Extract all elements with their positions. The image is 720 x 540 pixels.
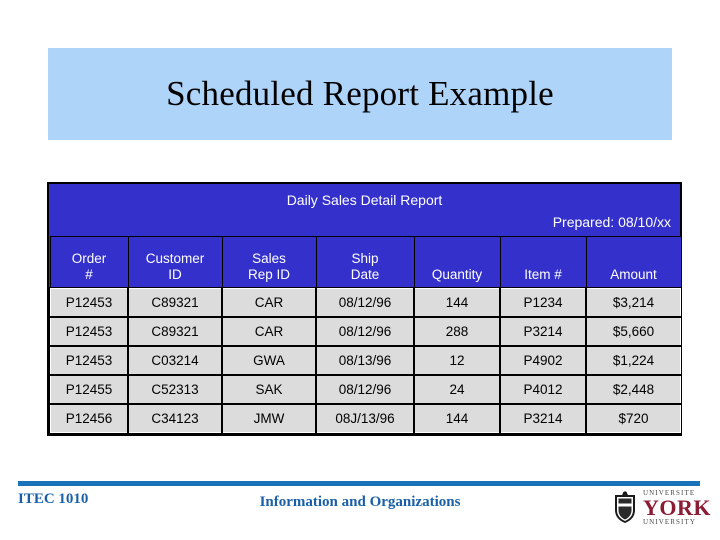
shield-crest-icon (615, 491, 635, 523)
cell-customer: C89321 (127, 316, 223, 347)
table-header-row: Order # Customer ID Sales Rep ID Ship Da… (49, 236, 682, 289)
cell-order: P12453 (49, 316, 129, 347)
column-header-order-line2: # (85, 267, 93, 282)
cell-ship: 08/12/96 (315, 316, 415, 347)
cell-quantity: 144 (413, 287, 501, 318)
sales-detail-table: Order # Customer ID Sales Rep ID Ship Da… (49, 236, 682, 434)
cell-quantity: 288 (413, 316, 501, 347)
column-header-item: Item # (499, 236, 587, 289)
column-header-order: Order # (49, 236, 129, 289)
cell-item: P3214 (499, 316, 587, 347)
cell-order: P12456 (49, 403, 129, 434)
cell-rep: JMW (221, 403, 317, 434)
table-row: P12456 C34123 JMW 08J/13/96 144 P3214 $7… (49, 403, 682, 434)
table-row: P12453 C89321 CAR 08/12/96 144 P1234 $3,… (49, 287, 682, 318)
cell-ship: 08J/13/96 (315, 403, 415, 434)
cell-order: P12453 (49, 287, 129, 318)
column-header-customer-line2: ID (168, 267, 182, 282)
cell-rep: SAK (221, 374, 317, 405)
cell-ship: 08/13/96 (315, 345, 415, 376)
column-header-quantity: Quantity (413, 236, 501, 289)
cell-amount: $720 (585, 403, 682, 434)
column-header-ship-date-line1: Ship (351, 251, 379, 266)
cell-customer: C34123 (127, 403, 223, 434)
column-header-sales-rep-line2: Rep ID (247, 267, 291, 282)
table-row: P12455 C52313 SAK 08/12/96 24 P4012 $2,4… (49, 374, 682, 405)
cell-ship: 08/12/96 (315, 374, 415, 405)
report-header: Daily Sales Detail Report Prepared: 08/1… (49, 184, 680, 236)
column-header-ship-date: Ship Date (315, 236, 415, 289)
cell-item: P4902 (499, 345, 587, 376)
cell-amount: $2,448 (585, 374, 682, 405)
cell-quantity: 144 (413, 403, 501, 434)
table-row: P12453 C89321 CAR 08/12/96 288 P3214 $5,… (49, 316, 682, 347)
column-header-quantity-label: Quantity (431, 267, 483, 282)
logo-wordmark: UNIVERSITE YORK UNIVERSITY (643, 490, 711, 526)
cell-item: P4012 (499, 374, 587, 405)
report-panel: Daily Sales Detail Report Prepared: 08/1… (47, 182, 682, 436)
cell-order: P12455 (49, 374, 129, 405)
cell-item: P3214 (499, 403, 587, 434)
cell-customer: C03214 (127, 345, 223, 376)
report-title: Daily Sales Detail Report (286, 192, 443, 208)
column-header-customer-line1: Customer (145, 251, 205, 266)
column-header-amount: Amount (585, 236, 682, 289)
logo-main-word: YORK (643, 495, 711, 520)
cell-rep: GWA (221, 345, 317, 376)
table-row: P12453 C03214 GWA 08/13/96 12 P4902 $1,2… (49, 345, 682, 376)
column-header-ship-date-line2: Date (350, 267, 380, 282)
column-header-item-label: Item # (524, 267, 562, 282)
york-university-logo: UNIVERSITE YORK UNIVERSITY (612, 487, 711, 529)
cell-amount: $1,224 (585, 345, 682, 376)
footer-divider (18, 481, 700, 486)
cell-customer: C89321 (127, 287, 223, 318)
logo-bottom-word: UNIVERSITY (643, 518, 696, 526)
column-header-sales-rep: Sales Rep ID (221, 236, 317, 289)
cell-amount: $5,660 (585, 316, 682, 347)
column-header-order-line1: Order (71, 251, 107, 266)
cell-rep: CAR (221, 287, 317, 318)
column-header-customer: Customer ID (127, 236, 223, 289)
cell-customer: C52313 (127, 374, 223, 405)
column-header-sales-rep-line1: Sales (252, 251, 286, 266)
cell-item: P1234 (499, 287, 587, 318)
page-title: Scheduled Report Example (166, 74, 554, 113)
cell-quantity: 24 (413, 374, 501, 405)
cell-amount: $3,214 (585, 287, 682, 318)
cell-quantity: 12 (413, 345, 501, 376)
cell-order: P12453 (49, 345, 129, 376)
title-banner: Scheduled Report Example (48, 48, 672, 140)
cell-ship: 08/12/96 (315, 287, 415, 318)
column-header-amount-label: Amount (610, 267, 657, 282)
cell-rep: CAR (221, 316, 317, 347)
report-prepared-date: Prepared: 08/10/xx (552, 214, 671, 230)
